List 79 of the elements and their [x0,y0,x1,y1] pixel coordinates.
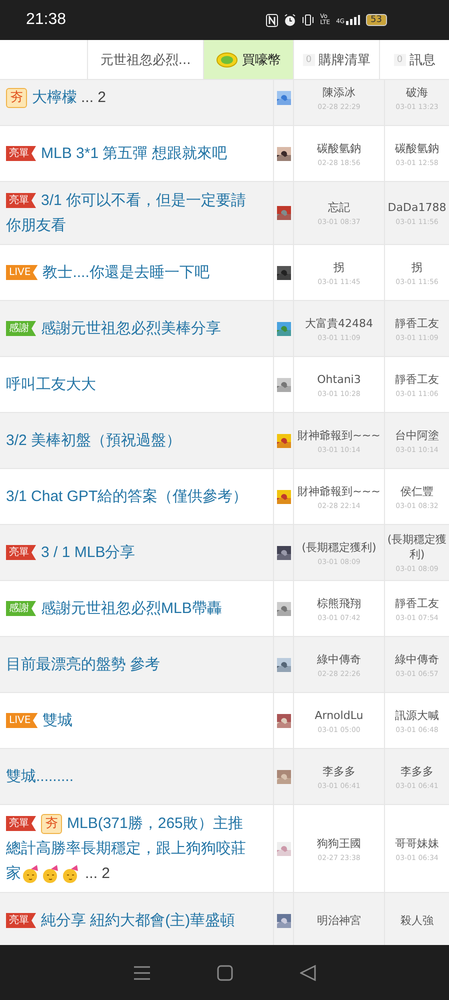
ribbon-tag: 感謝 [6,601,36,616]
author-name[interactable]: 碳酸氫鈉 [317,140,361,156]
hot-badge: 夯 [41,814,62,834]
header-tab[interactable]: 買嚎幣 [204,40,294,79]
ribbon-tag: 亮單 [6,193,36,208]
author-name[interactable]: 李多多 [322,764,356,778]
alarm-icon [284,14,296,26]
ribbon-tag: 亮單 [6,146,36,161]
thread-title[interactable]: 感謝元世祖忽必烈MLB帶轟 [41,596,222,621]
page-link[interactable]: ... 2 [81,85,106,110]
author-name[interactable]: 拐 [334,260,344,274]
count-badge: 0 [302,54,315,66]
ribbon-tag: 亮單 [6,545,36,560]
author-name[interactable]: 綠中傳奇 [317,652,361,666]
last-reply-user[interactable]: 靜香工友 [395,316,439,330]
signal-icon [346,15,360,25]
last-reply-user[interactable]: 破海 [406,84,428,100]
thread-title[interactable]: 呼叫工友大大 [6,372,96,397]
thread-title[interactable]: MLB(371勝，265敗）主推 [67,811,243,836]
last-reply-user[interactable]: (長期穩定獲利) [387,532,447,562]
author-name[interactable]: (長期穩定獲利) [302,540,376,554]
author-name[interactable]: 陳添冰 [322,84,356,100]
home-icon[interactable] [216,964,232,980]
vibrate-icon [302,14,314,26]
ribbon-tag: 感謝 [6,321,36,336]
ribbon-tag: LIVE [6,713,38,728]
menu-icon[interactable] [134,966,150,980]
hot-badge: 夯 [6,88,27,108]
last-reply-user[interactable]: 靜香工友 [395,372,439,386]
nfc-icon [266,14,278,26]
last-reply-user[interactable]: 台中阿塗 [395,428,439,442]
author-name[interactable]: 忘記 [328,200,350,215]
thread-title[interactable]: 總計高勝率長期穩定，跟上狗狗咬莊 [6,836,246,861]
header-tab[interactable]: 0 訊息 [380,40,449,79]
author-name[interactable]: ArnoldLu [314,708,364,722]
lemon-icon [216,52,238,68]
author-name[interactable]: 財神爺報到~~~ [298,484,380,498]
back-icon[interactable] [300,964,316,980]
thread-title[interactable]: 大檸檬 [32,85,77,110]
author-name[interactable]: Ohtani3 [317,372,361,386]
party-emoji-icon [21,864,39,882]
ribbon-tag: 亮單 [6,816,36,831]
thread-title[interactable]: 純分享 紐約大都會(主)華盛頓 [41,908,236,933]
author-name[interactable]: 棕熊飛翔 [317,596,361,610]
thread-title[interactable]: 你朋友看 [6,213,66,238]
last-reply-user[interactable]: 殺人強 [400,913,434,928]
author-name[interactable]: 大富貴42484 [305,316,373,330]
ribbon-tag: 亮單 [6,913,36,928]
thread-title[interactable]: 雙城......... [6,764,74,789]
thread-title[interactable]: 感謝元世祖忽必烈美棒分享 [41,316,221,341]
thread-title[interactable]: 家 [6,861,21,886]
thread-title[interactable]: MLB 3*1 第五彈 想跟就來吧 [41,141,227,166]
last-reply-user[interactable]: 侯仁豐 [400,484,434,498]
ribbon-tag: LIVE [6,265,38,280]
thread-title[interactable]: 3/1 你可以不看，但是一定要請 [41,188,246,213]
party-emoji-icon [41,864,59,882]
last-reply-user[interactable]: 李多多 [400,764,434,778]
last-reply-user[interactable]: 拐 [412,260,422,274]
thread-title[interactable]: 3/2 美棒初盤（預祝過盤） [6,428,182,453]
thread-title[interactable]: 教士....你還是去睡一下吧 [42,260,210,285]
last-reply-user[interactable]: 靜香工友 [395,596,439,610]
battery-level: 53 [366,14,387,26]
author-name[interactable]: 狗狗王國 [317,836,361,850]
page-link[interactable]: ... 2 [85,861,110,886]
header-tab[interactable]: 0 購牌清單 [294,40,380,79]
author-name[interactable]: 財神爺報到~~~ [298,428,380,442]
party-emoji-icon [61,864,79,882]
count-badge: 0 [394,54,406,66]
author-name[interactable]: 明治神宮 [317,913,361,928]
last-reply-user[interactable]: 哥哥妹妹 [395,836,439,850]
thread-title[interactable]: 3 / 1 MLB分享 [41,540,136,565]
last-reply-user[interactable]: 碳酸氫鈉 [395,140,439,156]
last-reply-user[interactable]: 訊源大喊 [395,708,439,722]
thread-title[interactable]: 雙城 [42,708,73,733]
last-reply-user[interactable]: 綠中傳奇 [395,652,439,666]
thread-title[interactable]: 3/1 Chat GPT給的答案（僅供參考） [6,484,248,509]
thread-title[interactable]: 目前最漂亮的盤勢 參考 [6,652,160,677]
last-reply-user[interactable]: DaDa1788 [388,200,446,215]
clock-time: 21:38 [26,11,66,29]
